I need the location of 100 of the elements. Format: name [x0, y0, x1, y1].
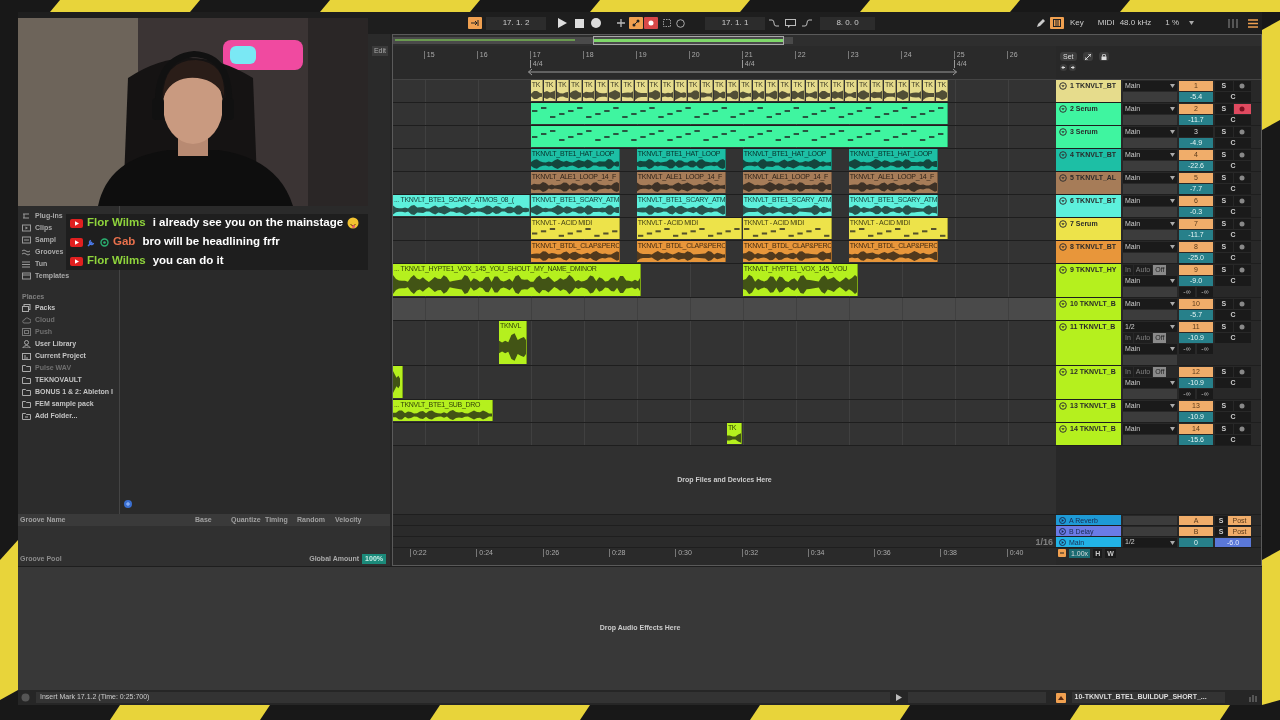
waveform-drawing: [570, 89, 582, 101]
waveform-drawing: [635, 89, 647, 101]
loop-start-field[interactable]: 17. 1. 1: [705, 16, 765, 30]
fold-icon[interactable]: [1059, 128, 1067, 136]
fold-icon[interactable]: [1059, 197, 1067, 205]
waveform-drawing: [871, 89, 883, 101]
curve-icon[interactable]: [769, 19, 779, 27]
arm-button[interactable]: [1233, 150, 1251, 160]
expand-icon: [1084, 53, 1091, 60]
plus-icon[interactable]: [617, 19, 625, 27]
fold-icon[interactable]: [1059, 174, 1067, 182]
fold-icon[interactable]: [1059, 368, 1067, 376]
fold-icon[interactable]: [1059, 266, 1067, 274]
play-icon[interactable]: [558, 18, 567, 28]
arm-button[interactable]: [1233, 424, 1251, 434]
waveform-drawing: [700, 89, 712, 101]
automation-button[interactable]: [629, 17, 643, 29]
add-icon[interactable]: [124, 500, 132, 508]
midi-button[interactable]: MIDI: [1095, 17, 1117, 29]
arm-button[interactable]: [1233, 196, 1251, 206]
play-circle-icon[interactable]: [1059, 527, 1066, 535]
key-button[interactable]: Key: [1067, 17, 1086, 29]
caret-icon: [1170, 176, 1175, 180]
category-icon: [22, 260, 31, 268]
caret-icon: [1170, 325, 1175, 329]
arm-button[interactable]: [1233, 265, 1251, 275]
category-icon: [22, 272, 31, 280]
play-icon[interactable]: [895, 694, 902, 701]
caret-icon: [1170, 84, 1175, 88]
fold-icon[interactable]: [1059, 243, 1067, 251]
minus-square-icon[interactable]: [1058, 549, 1066, 557]
folder-icon: [22, 352, 31, 360]
waveform-drawing: [543, 89, 555, 101]
pencil-icon[interactable]: [1035, 18, 1046, 28]
waveform-drawing: [818, 89, 830, 101]
waveform-drawing: [727, 89, 739, 101]
record-dot-icon: [1239, 175, 1246, 181]
arm-button[interactable]: [1233, 104, 1251, 114]
chat-message: you can do it: [152, 253, 224, 269]
arm-button[interactable]: [1233, 242, 1251, 252]
category-icon: [22, 212, 31, 220]
fold-icon[interactable]: [1059, 300, 1067, 308]
arm-button[interactable]: [1233, 401, 1251, 411]
record-dot-icon: [1239, 324, 1246, 330]
waveform-drawing: [726, 432, 741, 444]
arm-button[interactable]: [1233, 173, 1251, 183]
wrench-icon: [87, 237, 96, 247]
circle-icon[interactable]: [676, 18, 685, 28]
arm-button[interactable]: [1233, 299, 1251, 309]
fold-icon[interactable]: [1059, 151, 1067, 159]
play-circle-icon[interactable]: [1059, 538, 1066, 546]
warning-icon[interactable]: [1055, 692, 1066, 703]
arm-button[interactable]: [1233, 127, 1251, 137]
lock-button[interactable]: [1098, 52, 1109, 61]
record-dot-icon: [1239, 129, 1246, 135]
play-circle-icon[interactable]: [1059, 516, 1066, 524]
waveform-drawing: [779, 89, 791, 101]
caret-icon: [1170, 427, 1175, 431]
expand-button[interactable]: [1082, 52, 1093, 61]
waveform-drawing: [713, 89, 726, 101]
category-icon: [22, 248, 31, 256]
fold-icon[interactable]: [1059, 425, 1067, 433]
record-button[interactable]: [644, 17, 658, 29]
waveform-drawing: [687, 89, 699, 101]
stop-icon[interactable]: [575, 18, 584, 28]
arm-button[interactable]: [1233, 322, 1251, 332]
arm-button[interactable]: [1233, 81, 1251, 91]
loop-length-field[interactable]: 8. 0. 0: [820, 16, 875, 30]
chat-message: i already see you on the mainstage: [152, 215, 344, 231]
caret-icon: [1170, 153, 1175, 157]
fold-icon[interactable]: [1059, 323, 1067, 331]
fold-icon[interactable]: [1059, 220, 1067, 228]
menu-icon[interactable]: [1248, 18, 1258, 28]
user-icon: [22, 340, 31, 348]
fold-icon[interactable]: [1059, 402, 1067, 410]
waveform-drawing: [936, 89, 948, 101]
fold-icon[interactable]: [1059, 105, 1067, 113]
record-icon[interactable]: [591, 18, 601, 28]
fold-icon[interactable]: [1059, 82, 1067, 90]
arm-button[interactable]: [1233, 367, 1251, 377]
back-arrow-icon[interactable]: [1060, 64, 1067, 71]
record-dot-icon: [1239, 403, 1246, 409]
square-icon: [22, 328, 31, 336]
caret-icon: [1170, 540, 1175, 545]
record-dot-icon: [1239, 426, 1246, 432]
arm-button[interactable]: [1233, 219, 1251, 229]
audio-clip[interactable]: [393, 366, 403, 398]
add-folder-icon: [22, 412, 31, 420]
caret-icon: [1170, 107, 1175, 111]
waveform-drawing: [897, 89, 909, 101]
waveform-drawing: [499, 330, 527, 364]
position-field[interactable]: 17. 1. 2: [486, 16, 546, 30]
record-dot-icon: [1239, 221, 1246, 227]
follow-button[interactable]: [468, 17, 482, 29]
youtube-icon: [70, 218, 83, 228]
curve-icon[interactable]: [802, 19, 812, 27]
dotted-square-icon[interactable]: [663, 19, 671, 27]
dot-icon: [647, 19, 655, 27]
forward-arrow-icon[interactable]: [1069, 64, 1076, 71]
keyboard-button[interactable]: [1049, 17, 1064, 29]
